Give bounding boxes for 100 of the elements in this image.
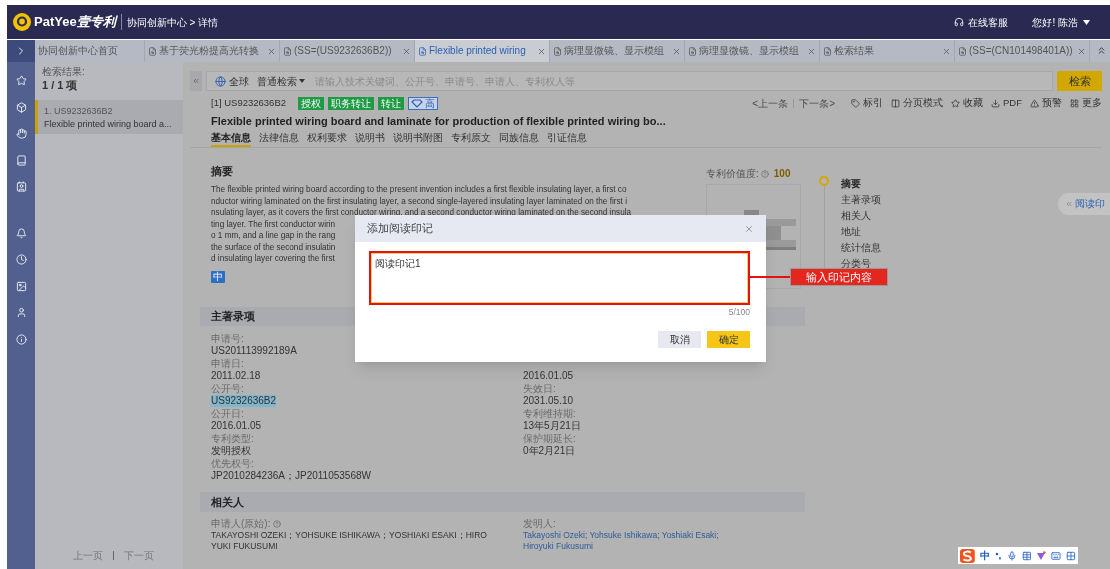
status-tag: 授权 bbox=[298, 96, 324, 110]
grid-icon[interactable] bbox=[1066, 550, 1076, 561]
detail-tab[interactable]: 引证信息 bbox=[547, 131, 587, 147]
book-icon[interactable] bbox=[15, 154, 27, 166]
close-icon[interactable] bbox=[267, 46, 276, 56]
field-label: 申请日: bbox=[211, 358, 244, 370]
field-value: JP2010284236A；JP2011053568W bbox=[211, 470, 371, 482]
results-count: 1 / 1 项 bbox=[42, 78, 79, 93]
detail-tab[interactable]: 法律信息 bbox=[259, 131, 299, 147]
close-icon[interactable] bbox=[807, 46, 816, 56]
value-label: 专利价值度: bbox=[706, 167, 759, 181]
info-icon[interactable] bbox=[15, 333, 27, 345]
outline-link[interactable]: 统计信息 bbox=[841, 240, 881, 256]
diamond-icon bbox=[411, 98, 423, 108]
field-value: US9232636B2 bbox=[211, 395, 277, 407]
document-icon bbox=[958, 46, 967, 56]
image-icon[interactable] bbox=[15, 280, 27, 292]
field-value: 0年2月21日 bbox=[523, 445, 576, 457]
rating-tag: 高 bbox=[408, 96, 438, 110]
outline-link[interactable]: 摘要 bbox=[841, 176, 881, 192]
field-label: 申请人(原始): bbox=[211, 518, 271, 530]
toolbar-action[interactable]: 更多 bbox=[1070, 95, 1102, 111]
hand-icon[interactable] bbox=[15, 128, 27, 139]
punctuation-icon[interactable] bbox=[994, 551, 1002, 560]
bell-icon[interactable] bbox=[15, 227, 27, 239]
abstract-line: d insulating layer covering the first bbox=[211, 253, 335, 265]
abstract-line: o 1 mm, and a line gap in the rang bbox=[211, 230, 336, 242]
translate-badge[interactable]: 中 bbox=[211, 270, 225, 283]
toolbar-action[interactable]: PDF bbox=[991, 95, 1022, 111]
skin-icon[interactable] bbox=[1036, 550, 1047, 561]
outline-link[interactable]: 相关人 bbox=[841, 208, 881, 224]
close-icon[interactable] bbox=[402, 46, 411, 56]
side-tab[interactable]: 阅读印 bbox=[1058, 193, 1110, 215]
close-icon[interactable] bbox=[744, 223, 754, 234]
tag-icon bbox=[851, 98, 860, 108]
abstract-line: the surface of the second insulatin bbox=[211, 241, 336, 253]
status-tag: 转让 bbox=[378, 96, 404, 110]
search-button[interactable]: 检索 bbox=[1057, 71, 1102, 91]
chevrons-left-icon bbox=[1065, 200, 1073, 208]
toolbar-action[interactable]: 收藏 bbox=[951, 95, 983, 111]
close-icon[interactable] bbox=[672, 46, 681, 56]
close-icon[interactable] bbox=[1077, 46, 1086, 56]
keyboard-icon[interactable] bbox=[1051, 550, 1062, 561]
support-link[interactable]: 在线客服 bbox=[968, 14, 1009, 30]
result-item[interactable]: 1. US9232636B2 Flexible printed wiring board a... bbox=[35, 99, 183, 134]
id-card-icon[interactable] bbox=[15, 181, 27, 192]
document-icon bbox=[688, 46, 697, 56]
ime-mode[interactable]: 中 bbox=[979, 548, 990, 563]
collapse-icon[interactable] bbox=[1096, 45, 1107, 56]
detail-tab[interactable]: 说明书 bbox=[355, 131, 385, 147]
table-icon[interactable] bbox=[1021, 550, 1032, 561]
outline-link[interactable]: 主著录项 bbox=[841, 192, 881, 208]
close-icon[interactable] bbox=[942, 46, 951, 56]
caret-icon[interactable] bbox=[299, 79, 305, 83]
page-tab[interactable]: Flexible printed wiring bbox=[415, 40, 550, 62]
scope-selector[interactable]: 全球 bbox=[229, 73, 249, 89]
star-icon bbox=[951, 98, 960, 108]
field-label: 失效日: bbox=[523, 383, 556, 395]
value-score: 100 bbox=[773, 167, 791, 181]
section-band: 相关人 bbox=[200, 492, 805, 512]
field-value: 13年5月21日 bbox=[523, 420, 581, 432]
detail-tab[interactable]: 同族信息 bbox=[499, 131, 539, 147]
outline-link[interactable]: 地址 bbox=[841, 224, 881, 240]
character-counter: 5/100 bbox=[728, 306, 750, 319]
cancel-button[interactable]: 取消 bbox=[658, 330, 701, 348]
user-menu[interactable]: 您好! 陈浩 bbox=[1032, 14, 1078, 30]
field-label: 专利类型: bbox=[211, 433, 254, 445]
field-label: 公开号: bbox=[211, 383, 244, 395]
chevrons-left-icon bbox=[192, 77, 200, 85]
toolbar-action[interactable]: 标引 bbox=[851, 95, 883, 111]
grid-icon bbox=[1070, 98, 1079, 108]
field-label: 优先权号: bbox=[211, 458, 254, 470]
search-mode-dropdown[interactable]: 普通检索 bbox=[257, 73, 297, 89]
inventor-links[interactable]: Takayoshi Ozeki; Yohsuke Ishikawa; Yoshiaki Esaki; Hiroyuki Fukusumi bbox=[523, 530, 743, 552]
ime-logo-icon[interactable] bbox=[960, 548, 975, 563]
download-icon bbox=[991, 98, 1000, 108]
detail-tab[interactable]: 基本信息 bbox=[211, 131, 251, 147]
document-icon bbox=[148, 46, 157, 56]
logo-icon bbox=[13, 13, 31, 31]
microphone-icon[interactable] bbox=[1006, 550, 1017, 561]
cube-icon[interactable] bbox=[15, 101, 27, 113]
section-heading: 摘要 bbox=[211, 164, 234, 178]
detail-tab[interactable]: 说明书附图 bbox=[393, 131, 443, 147]
field-value: US201113992189A bbox=[211, 345, 297, 357]
headset-icon[interactable] bbox=[954, 17, 965, 27]
caret-icon[interactable] bbox=[1083, 19, 1090, 25]
user-icon[interactable] bbox=[15, 307, 27, 318]
toolbar-action[interactable]: 分页模式 bbox=[891, 95, 943, 111]
detail-tab[interactable]: 权利要求 bbox=[307, 131, 347, 147]
status-tag: 职务转让 bbox=[328, 96, 374, 110]
brand-name: PatYee bbox=[34, 13, 77, 32]
star-icon[interactable] bbox=[15, 75, 27, 86]
note-textarea[interactable]: 阅读印记1 bbox=[371, 253, 748, 303]
toolbar-action[interactable]: 预警 bbox=[1030, 95, 1062, 111]
field-label: 公开日: bbox=[211, 408, 244, 420]
close-icon[interactable] bbox=[537, 46, 546, 56]
detail-tab[interactable]: 专利原文 bbox=[451, 131, 491, 147]
clock-icon[interactable] bbox=[15, 254, 27, 265]
confirm-button[interactable]: 确定 bbox=[707, 330, 750, 348]
field-value: 2016.01.05 bbox=[211, 420, 262, 432]
